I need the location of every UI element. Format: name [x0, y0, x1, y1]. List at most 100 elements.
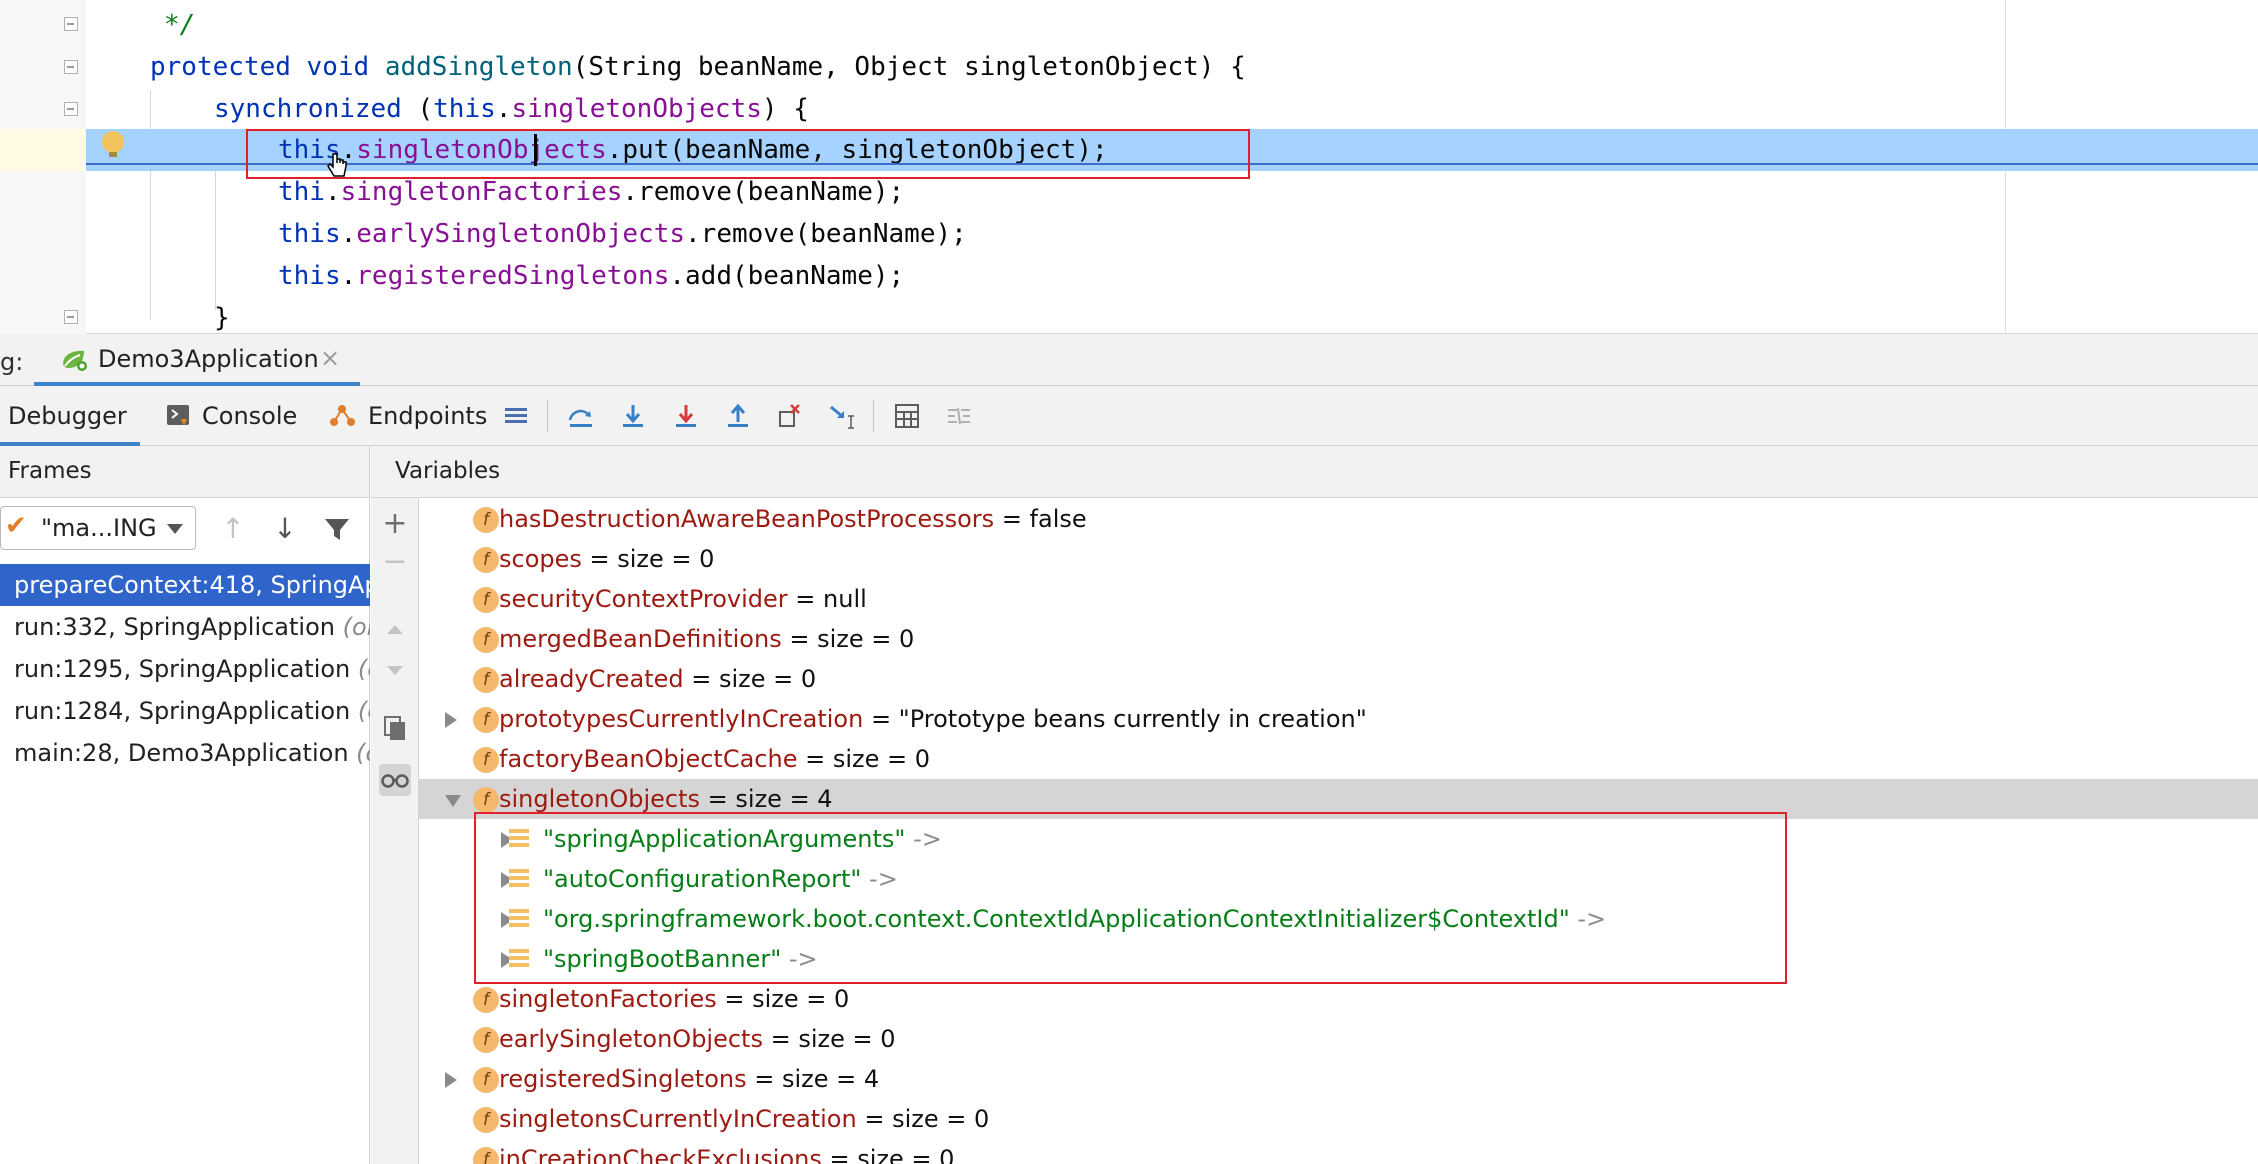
collapsed-arrow-icon[interactable] [445, 1072, 457, 1088]
variable-row[interactable]: f prototypesCurrentlyInCreation = "Protot… [419, 699, 2258, 739]
add-watch-icon[interactable]: + [379, 508, 411, 540]
evaluate-expression-icon[interactable] [893, 402, 921, 430]
frame-row[interactable]: prepareContext:418, SpringApp [0, 564, 370, 606]
variable-value: = "Prototype beans currently in creation… [863, 705, 1367, 733]
variables-title: Variables [395, 458, 501, 484]
variable-row[interactable]: f factoryBeanObjectCache = size = 0 [419, 739, 2258, 779]
variable-row[interactable]: f singletonFactories = size = 0 [419, 979, 2258, 1019]
console-icon [167, 405, 189, 426]
code-line[interactable]: this.earlySingletonObjects.remove(beanNa… [0, 213, 2258, 255]
variable-row[interactable]: f alreadyCreated = size = 0 [419, 659, 2258, 699]
tab-debugger-label: Debugger [8, 402, 127, 430]
move-up-icon[interactable] [379, 614, 411, 646]
tab-debugger[interactable]: Debugger [0, 386, 140, 446]
code-line[interactable]: } [0, 297, 2258, 339]
variable-name: singletonFactories [499, 985, 717, 1013]
variable-name: hasDestructionAwareBeanPostProcessors [499, 505, 995, 533]
lightbulb-icon[interactable] [102, 131, 124, 157]
frame-method: main:28, Demo3Application [14, 739, 357, 767]
filter-icon[interactable] [322, 514, 352, 544]
variable-row[interactable]: f scopes = size = 0 [419, 539, 2258, 579]
code-token: . [340, 261, 357, 291]
frame-row[interactable]: main:28, Demo3Application (cc [0, 732, 370, 774]
remove-watch-icon[interactable]: − [379, 546, 411, 578]
frames-header: Frames [0, 446, 369, 498]
step-out-icon[interactable] [724, 402, 752, 430]
trace-current-stream-icon[interactable] [945, 402, 973, 430]
variable-text: scopes = size = 0 [499, 539, 714, 579]
code-token: */ [164, 10, 196, 40]
step-over-icon[interactable] [619, 402, 647, 430]
code-token: singletonFactories [340, 177, 623, 207]
tab-console[interactable]: Console [160, 386, 300, 446]
session-tab-demo3application[interactable]: Demo3Application × [34, 334, 360, 386]
code-token: } [214, 303, 230, 333]
code-token: .add(beanName); [669, 261, 905, 291]
spring-boot-run-icon [63, 350, 87, 371]
frame-package: (cc [356, 739, 370, 767]
expanded-arrow-icon[interactable] [445, 795, 461, 807]
code-token: . [340, 219, 357, 249]
show-execution-point-icon[interactable] [567, 402, 595, 430]
collapsed-arrow-icon[interactable] [445, 712, 457, 728]
field-icon: f [473, 1107, 499, 1133]
code-editor[interactable]: */ protected void addSingleton(String be… [0, 0, 2258, 334]
endpoints-icon [330, 405, 355, 426]
move-down-icon[interactable] [379, 654, 411, 686]
field-icon: f [473, 547, 499, 573]
variable-text: earlySingletonObjects = size = 0 [499, 1019, 896, 1059]
chevron-down-icon [167, 524, 183, 534]
frame-row[interactable]: run:332, SpringApplication (org [0, 606, 370, 648]
variable-row[interactable]: f inCreationCheckExclusions = size = 0 [419, 1139, 2258, 1164]
frame-row[interactable]: run:1295, SpringApplication (or [0, 648, 370, 690]
glasses-icon[interactable] [379, 764, 411, 796]
variable-value: = size = 0 [781, 625, 915, 653]
field-icon: f [473, 1147, 499, 1164]
variables-panel: Variables + − f hasDestructionAwareBeanPo… [371, 446, 2258, 1164]
next-frame-icon[interactable]: ↓ [270, 514, 300, 544]
variable-name: mergedBeanDefinitions [499, 625, 782, 653]
code-line[interactable]: */ [0, 4, 2258, 46]
variable-row[interactable]: f earlySingletonObjects = size = 0 [419, 1019, 2258, 1059]
field-icon: f [473, 1067, 499, 1093]
toolbar-separator [873, 400, 874, 432]
variable-row[interactable]: f securityContextProvider = null [419, 579, 2258, 619]
variable-text: inCreationCheckExclusions = size = 0 [499, 1139, 954, 1164]
code-line[interactable]: this.registeredSingletons.add(beanName); [0, 255, 2258, 297]
close-tab-icon[interactable]: × [320, 344, 340, 372]
code-token: . [324, 177, 341, 207]
session-tab-label: Demo3Application [98, 345, 319, 373]
step-into-icon[interactable] [672, 402, 700, 430]
variable-text: registeredSingletons = size = 4 [499, 1059, 879, 1099]
code-line[interactable]: protected void addSingleton(String beanN… [0, 46, 2258, 88]
frame-row[interactable]: run:1284, SpringApplication (or [0, 690, 370, 732]
drop-frame-icon[interactable] [776, 402, 804, 430]
thread-selector[interactable]: ✔ "ma...ING [0, 506, 196, 550]
code-token: singletonObjects [511, 94, 762, 124]
code-token: void [306, 52, 370, 82]
tab-console-label: Console [202, 402, 298, 430]
code-token: (String beanName, Object singletonObject… [572, 52, 1246, 82]
field-icon: f [473, 747, 499, 773]
code-token: this [278, 219, 341, 249]
variable-text: mergedBeanDefinitions = size = 0 [499, 619, 914, 659]
variable-value: = size = 0 [821, 1145, 955, 1164]
run-to-cursor-icon[interactable] [828, 402, 856, 430]
tab-endpoints[interactable]: Endpoints [326, 386, 487, 446]
copy-icon[interactable] [379, 712, 411, 744]
variable-value: = size = 0 [683, 665, 817, 693]
variable-name: securityContextProvider [499, 585, 788, 613]
variable-name: singletonObjects [499, 785, 701, 813]
variable-value: = false [994, 505, 1087, 533]
variable-row[interactable]: f hasDestructionAwareBeanPostProcessors =… [419, 499, 2258, 539]
previous-frame-icon[interactable]: ↑ [218, 514, 248, 544]
layout-menu-icon[interactable] [502, 402, 530, 430]
code-token: . [495, 94, 512, 124]
variable-row[interactable]: f singletonsCurrentlyInCreation = size = … [419, 1099, 2258, 1139]
code-line[interactable]: synchronized (this.singletonObjects) { [0, 88, 2258, 130]
variable-row[interactable]: f mergedBeanDefinitions = size = 0 [419, 619, 2258, 659]
field-icon: f [473, 1027, 499, 1053]
variable-row[interactable]: f registeredSingletons = size = 4 [419, 1059, 2258, 1099]
code-token: protected [150, 52, 291, 82]
